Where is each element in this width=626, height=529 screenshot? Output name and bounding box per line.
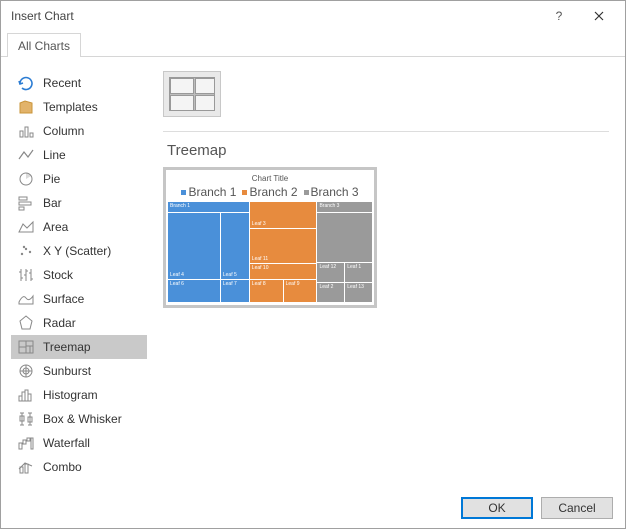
- sidebar-item-label: Column: [43, 124, 84, 138]
- sidebar-item-pie[interactable]: Pie: [11, 167, 147, 191]
- combo-icon: [17, 458, 35, 476]
- sidebar-item-label: Area: [43, 220, 68, 234]
- radar-icon: [17, 314, 35, 332]
- window-title: Insert Chart: [11, 9, 539, 23]
- help-button[interactable]: ?: [539, 2, 579, 30]
- sidebar-item-label: X Y (Scatter): [43, 244, 111, 258]
- close-button[interactable]: [579, 2, 619, 30]
- chart-type-sidebar: Recent Templates Column Line Pie Bar Are…: [11, 71, 147, 480]
- leaf-cell: Leaf 1: [345, 263, 372, 282]
- sidebar-item-label: Surface: [43, 292, 84, 306]
- leaf-cell: Leaf 7: [221, 280, 249, 302]
- leaf-cell: Leaf 11: [250, 229, 317, 263]
- treemap-body: Branch 1 Leaf 4 Leaf 5 Leaf 6 Leaf 7 Lea…: [168, 202, 372, 302]
- sidebar-item-label: Treemap: [43, 340, 91, 354]
- legend-item: Branch 2: [242, 185, 297, 199]
- sunburst-icon: [17, 362, 35, 380]
- legend-item: Branch 3: [304, 185, 359, 199]
- cancel-button[interactable]: Cancel: [541, 497, 613, 519]
- sidebar-item-surface[interactable]: Surface: [11, 287, 147, 311]
- sidebar-item-scatter[interactable]: X Y (Scatter): [11, 239, 147, 263]
- subtype-row: [163, 71, 609, 117]
- main-panel: Treemap Chart Title Branch 1 Branch 2 Br…: [157, 71, 615, 480]
- sidebar-item-label: Templates: [43, 100, 98, 114]
- sidebar-item-recent[interactable]: Recent: [11, 71, 147, 95]
- pie-icon: [17, 170, 35, 188]
- sidebar-item-label: Recent: [43, 76, 81, 90]
- legend-item: Branch 1: [181, 185, 236, 199]
- titlebar: Insert Chart ?: [1, 1, 625, 31]
- subtype-treemap[interactable]: [163, 71, 221, 117]
- recent-icon: [17, 74, 35, 92]
- legend-swatch-icon: [242, 190, 247, 195]
- branch-1: Branch 1 Leaf 4 Leaf 5 Leaf 6 Leaf 7: [168, 202, 249, 302]
- sidebar-item-radar[interactable]: Radar: [11, 311, 147, 335]
- sidebar-item-waterfall[interactable]: Waterfall: [11, 431, 147, 455]
- sidebar-item-line[interactable]: Line: [11, 143, 147, 167]
- sidebar-item-treemap[interactable]: Treemap: [11, 335, 147, 359]
- leaf-cell: Leaf 6: [168, 280, 220, 302]
- legend-swatch-icon: [181, 190, 186, 195]
- ok-button[interactable]: OK: [461, 497, 533, 519]
- templates-icon: [17, 98, 35, 116]
- branch-header: Branch 1: [168, 202, 249, 212]
- sidebar-item-label: Bar: [43, 196, 62, 210]
- leaf-cell: Leaf 2: [317, 283, 344, 302]
- subtype-title: Treemap: [167, 142, 609, 159]
- leaf-cell: Leaf 8: [250, 280, 283, 302]
- waterfall-icon: [17, 434, 35, 452]
- content-area: Recent Templates Column Line Pie Bar Are…: [1, 57, 625, 488]
- area-icon: [17, 218, 35, 236]
- surface-icon: [17, 290, 35, 308]
- sidebar-item-histogram[interactable]: Histogram: [11, 383, 147, 407]
- separator: [163, 131, 609, 132]
- sidebar-item-label: Line: [43, 148, 66, 162]
- button-bar: OK Cancel: [1, 488, 625, 528]
- sidebar-item-label: Stock: [43, 268, 73, 282]
- sidebar-item-label: Combo: [43, 460, 82, 474]
- tab-all-charts[interactable]: All Charts: [7, 33, 81, 57]
- branch-3: Branch 3 Leaf 12 Leaf 1 Leaf 2 Leaf 13: [317, 202, 372, 302]
- branch-header: Branch 3: [317, 202, 372, 212]
- leaf-cell: Leaf 12: [317, 263, 344, 282]
- sidebar-item-sunburst[interactable]: Sunburst: [11, 359, 147, 383]
- sidebar-item-combo[interactable]: Combo: [11, 455, 147, 479]
- leaf-cell: Leaf 13: [345, 283, 372, 302]
- line-icon: [17, 146, 35, 164]
- leaf-cell: Leaf 3: [250, 202, 317, 228]
- treemap-icon: [17, 338, 35, 356]
- treemap-thumb-icon: [169, 77, 215, 111]
- legend-swatch-icon: [304, 190, 309, 195]
- boxwhisker-icon: [17, 410, 35, 428]
- sidebar-item-area[interactable]: Area: [11, 215, 147, 239]
- column-icon: [17, 122, 35, 140]
- tab-row: All Charts: [1, 31, 625, 57]
- leaf-cell: Leaf 4: [168, 213, 220, 279]
- sidebar-item-bar[interactable]: Bar: [11, 191, 147, 215]
- leaf-cell: Leaf 9: [284, 280, 317, 302]
- sidebar-item-column[interactable]: Column: [11, 119, 147, 143]
- sidebar-item-templates[interactable]: Templates: [11, 95, 147, 119]
- sidebar-item-label: Histogram: [43, 388, 98, 402]
- leaf-cell: Leaf 10: [250, 264, 317, 279]
- chart-preview-title: Chart Title: [252, 174, 288, 183]
- leaf-cell: [317, 213, 372, 262]
- stock-icon: [17, 266, 35, 284]
- sidebar-item-label: Sunburst: [43, 364, 91, 378]
- branch-2: Leaf 3 Leaf 11 Leaf 10 Leaf 8 Leaf 9: [250, 202, 317, 302]
- sidebar-item-label: Radar: [43, 316, 76, 330]
- leaf-cell: Leaf 5: [221, 213, 249, 279]
- histogram-icon: [17, 386, 35, 404]
- scatter-icon: [17, 242, 35, 260]
- sidebar-item-label: Waterfall: [43, 436, 90, 450]
- bar-icon: [17, 194, 35, 212]
- sidebar-item-label: Box & Whisker: [43, 412, 122, 426]
- chart-preview[interactable]: Chart Title Branch 1 Branch 2 Branch 3 B…: [163, 167, 377, 308]
- sidebar-item-label: Pie: [43, 172, 60, 186]
- sidebar-item-boxwhisker[interactable]: Box & Whisker: [11, 407, 147, 431]
- sidebar-item-stock[interactable]: Stock: [11, 263, 147, 287]
- chart-legend: Branch 1 Branch 2 Branch 3: [181, 185, 358, 199]
